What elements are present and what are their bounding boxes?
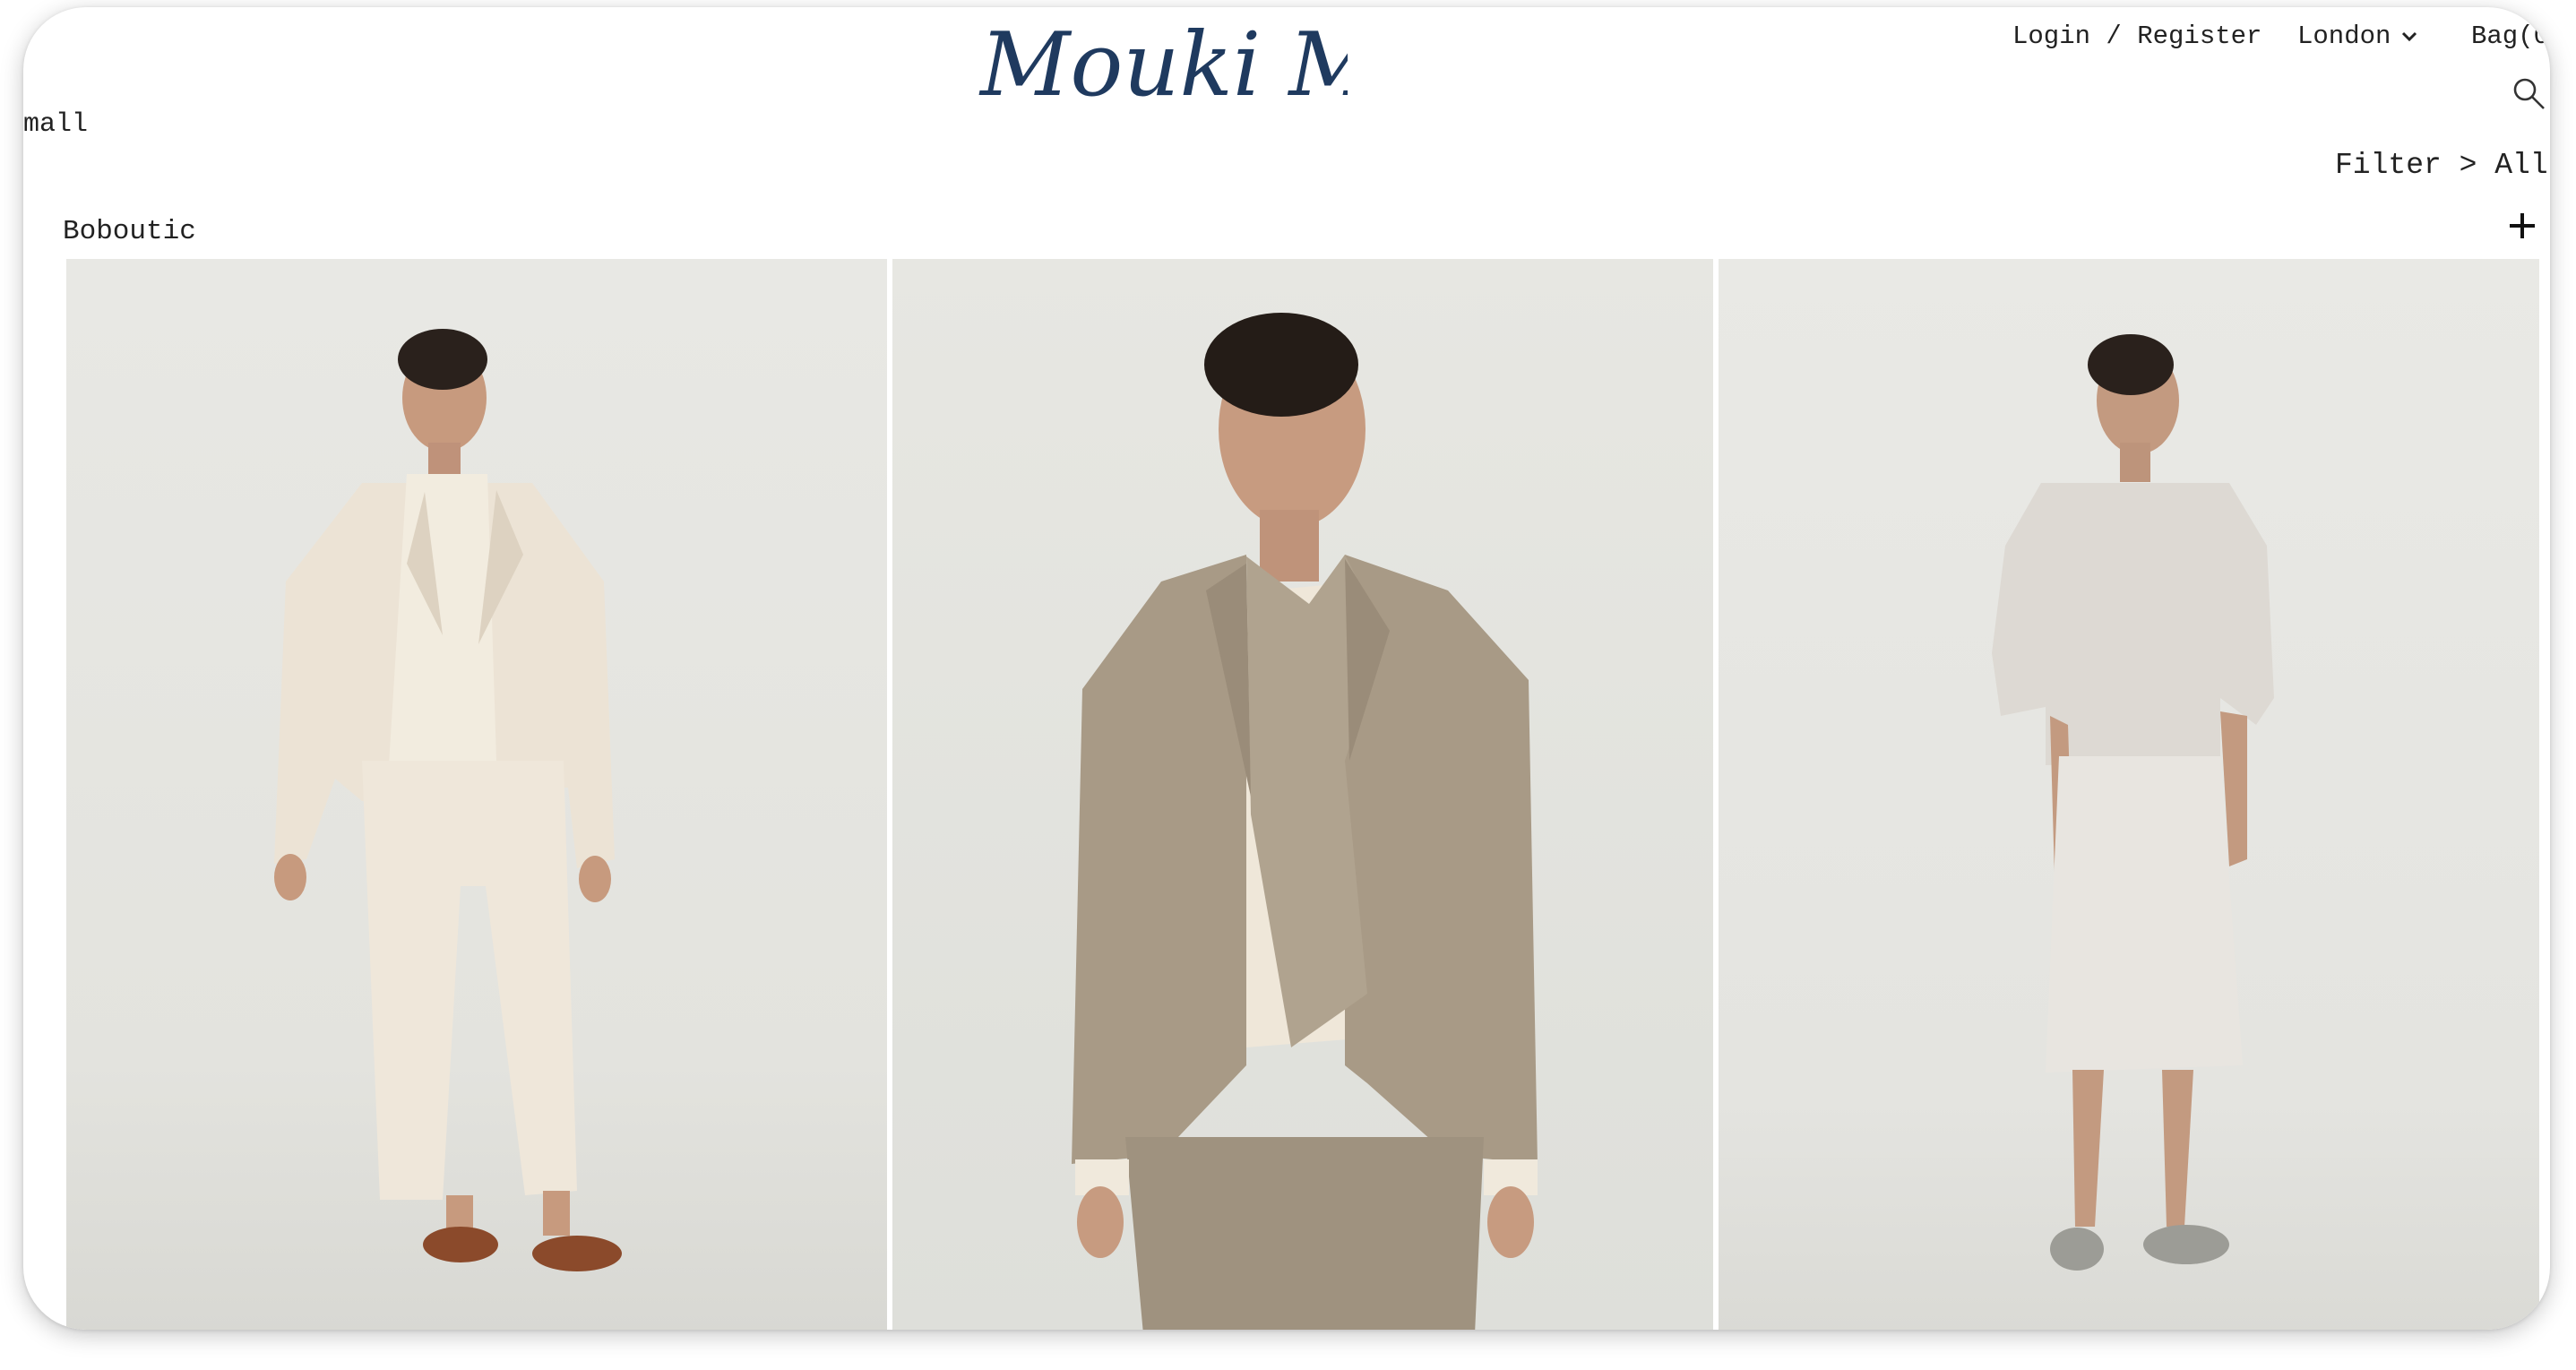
product-image [1719, 259, 2539, 1330]
product-grid [66, 259, 2550, 1330]
region-selector[interactable]: London [2297, 22, 2417, 51]
product-card[interactable] [1719, 259, 2539, 1330]
plus-icon[interactable] [2506, 210, 2538, 242]
login-register-link[interactable]: Login / Register [2012, 22, 2262, 51]
product-image [892, 259, 1713, 1330]
section-title: Boboutic [63, 216, 196, 247]
browser-frame: Mouki Mou Login / Register London Bag(0)… [23, 7, 2550, 1330]
bag-link[interactable]: Bag(0) [2471, 22, 2550, 51]
brand-logo-text: Mouki Mou [978, 14, 1348, 116]
brand-logo[interactable]: Mouki Mou [971, 7, 1348, 118]
region-label: London [2297, 22, 2391, 51]
filter-link[interactable]: Filter > All [2335, 149, 2548, 182]
product-image [66, 259, 887, 1330]
search-icon[interactable] [2511, 75, 2546, 111]
breadcrumb-fragment[interactable]: mall [23, 109, 88, 140]
chevron-down-icon [2402, 31, 2417, 41]
product-card[interactable] [892, 259, 1713, 1330]
product-card[interactable] [66, 259, 887, 1330]
